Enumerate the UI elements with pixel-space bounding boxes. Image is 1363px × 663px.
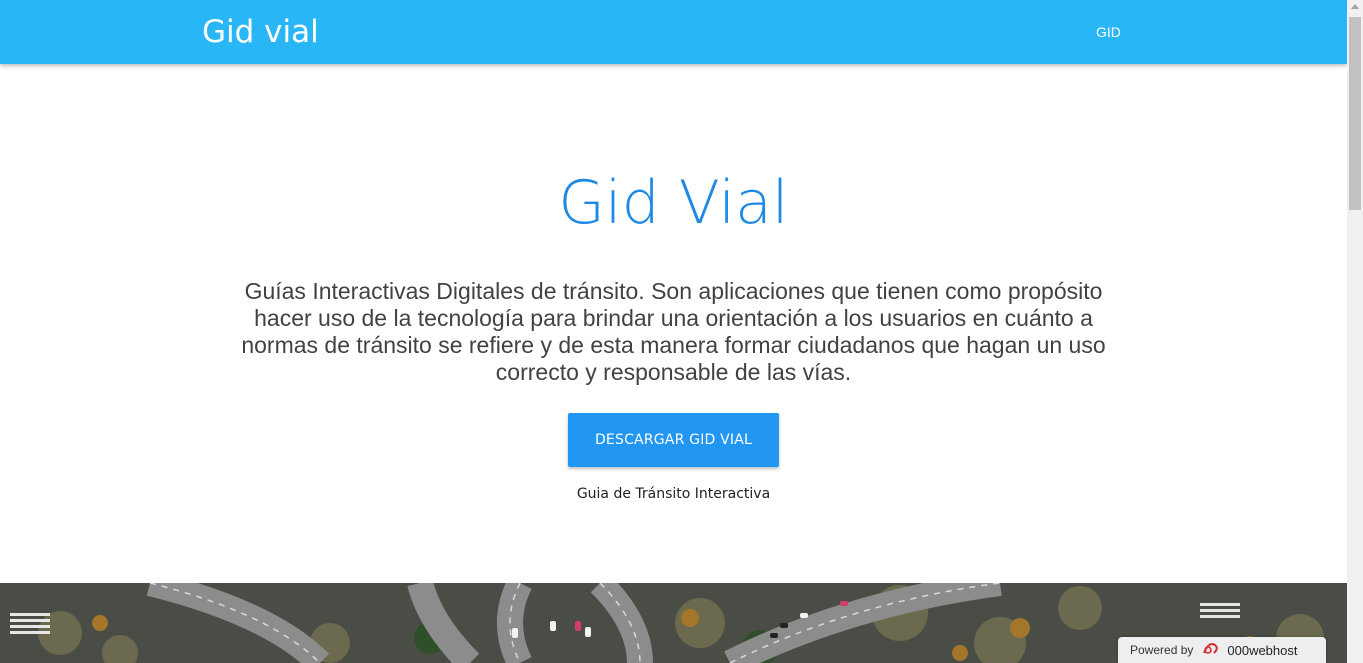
brand-logo[interactable]: Gid vial xyxy=(202,12,319,52)
vertical-scrollbar[interactable] xyxy=(1347,0,1363,663)
scroll-thumb[interactable] xyxy=(1349,17,1361,210)
powered-by-badge[interactable]: Powered by 000webhost xyxy=(1118,637,1326,663)
000webhost-logo-icon xyxy=(1201,641,1223,660)
powered-by-label: Powered by xyxy=(1130,643,1194,657)
hero-description: Guías Interactivas Digitales de tránsito… xyxy=(241,278,1106,385)
hero-caption: Guia de Tránsito Interactiva xyxy=(576,486,771,502)
download-button[interactable]: DESCARGAR GID VIAL xyxy=(568,413,779,467)
nav-link-gid[interactable]: GID xyxy=(1096,22,1121,42)
hero-title: Gid Vial xyxy=(558,168,789,238)
scroll-up-arrow-icon[interactable] xyxy=(1351,4,1359,9)
page: Gid vial GID Gid Vial Guías Interactivas… xyxy=(0,0,1347,663)
host-name: 000webhost xyxy=(1227,642,1298,658)
navbar: Gid vial GID xyxy=(0,0,1347,64)
